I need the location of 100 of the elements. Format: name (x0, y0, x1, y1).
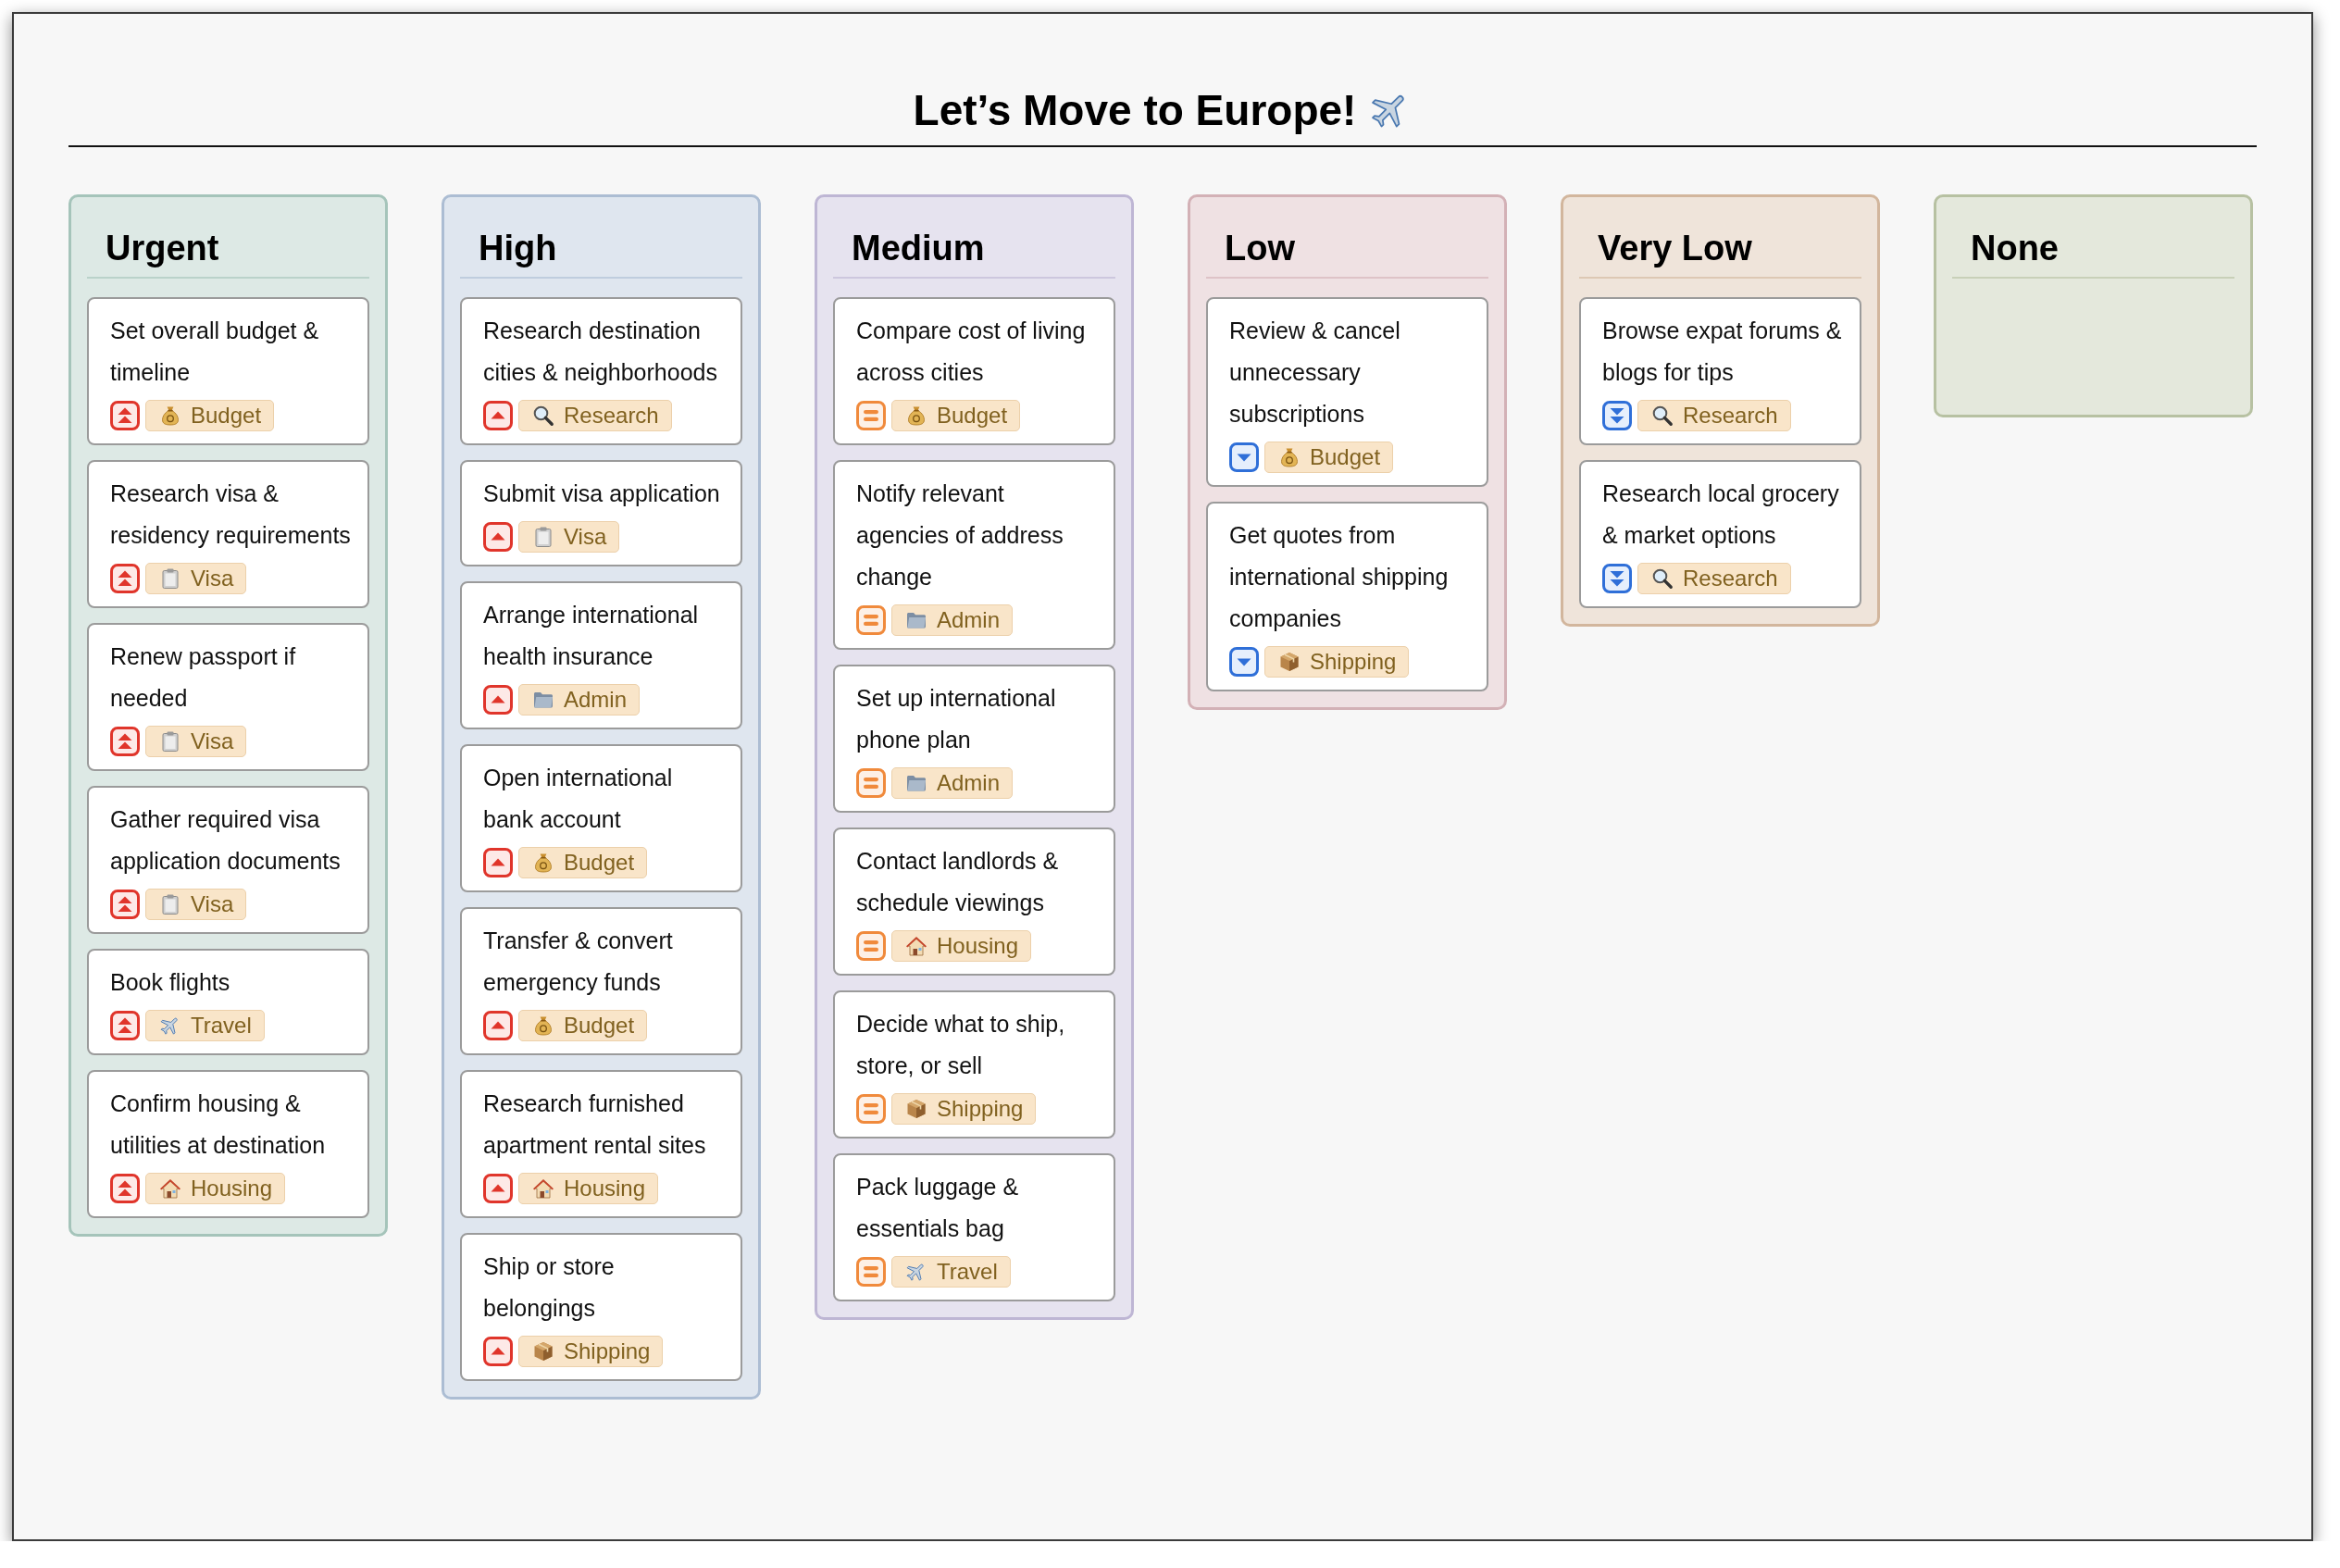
equals-icon (856, 1094, 886, 1124)
column-title: High (460, 197, 742, 279)
package-icon (532, 1340, 554, 1363)
category-name: Visa (564, 524, 607, 550)
category-name: Travel (191, 1013, 252, 1039)
equals-icon (856, 1257, 886, 1287)
board-title: Let’s Move to Europe! (913, 85, 1357, 136)
category-name: Shipping (564, 1338, 651, 1364)
task-card[interactable]: Submit visa application Visa (460, 460, 742, 566)
money-bag-icon (905, 404, 927, 427)
task-card[interactable]: Research local grocery & market options Research (1579, 460, 1861, 608)
task-card[interactable]: Research visa & residency requirements Visa (87, 460, 369, 608)
money-bag-icon (159, 404, 181, 427)
task-card[interactable]: Transfer & convert emergency funds Budget (460, 907, 742, 1055)
task-title: Compare cost of living across cities (856, 317, 1087, 387)
task-card[interactable]: Research destination cities & neighborhoods Research (460, 297, 742, 445)
task-title: Notify relevant agencies of address change (856, 479, 1064, 591)
task-card[interactable]: Open international bank account Budget (460, 744, 742, 892)
category-name: Shipping (937, 1096, 1024, 1122)
clipboard-icon (159, 567, 181, 590)
equals-icon (856, 768, 886, 798)
clipboard-icon (532, 526, 554, 548)
task-card[interactable]: Book flights Travel (87, 949, 369, 1055)
category-name: Visa (191, 728, 234, 754)
task-title: Research destination cities & neighborhoods (483, 317, 718, 387)
task-title: Research visa & residency requirements (110, 479, 352, 550)
equals-icon (856, 931, 886, 961)
double-up-chevron-icon (110, 890, 140, 919)
equals-icon (856, 605, 886, 635)
task-card[interactable]: Compare cost of living across cities Budget (833, 297, 1115, 445)
magnifying-glass-icon (532, 404, 554, 427)
task-card[interactable]: Arrange international health insurance Admin (460, 581, 742, 729)
task-title: Review & cancel unnecessary subscriptions (1229, 317, 1401, 429)
task-title: Gather required visa application documents (110, 805, 342, 876)
task-title: Browse expat forums & blogs for tips (1602, 317, 1843, 387)
task-title: Pack luggage & essentials bag (856, 1173, 1020, 1243)
category-name: Budget (564, 1013, 635, 1039)
category-name: Housing (191, 1176, 273, 1201)
task-title: Research local grocery & market options (1602, 479, 1840, 550)
task-title: Confirm housing & utilities at destination (110, 1089, 327, 1160)
task-card[interactable]: Browse expat forums & blogs for tips Research (1579, 297, 1861, 445)
task-title: Set up international phone plan (856, 684, 1057, 754)
task-card[interactable]: Pack luggage & essentials bag Travel (833, 1153, 1115, 1301)
double-up-chevron-icon (110, 727, 140, 756)
house-icon (159, 1177, 181, 1200)
package-icon (905, 1098, 927, 1120)
column-title: Very Low (1579, 197, 1861, 279)
task-card[interactable]: Get quotes from international shipping companies Shipping (1206, 502, 1488, 691)
task-title: Arrange international health insurance (483, 601, 700, 671)
task-title: Ship or store belongings (483, 1252, 616, 1323)
task-card[interactable]: Set overall budget & timeline Budget (87, 297, 369, 445)
category-name: Budget (191, 403, 262, 429)
task-card[interactable]: Gather required visa application documents Visa (87, 786, 369, 934)
money-bag-icon (532, 1014, 554, 1037)
house-icon (532, 1177, 554, 1200)
task-title: Get quotes from international shipping companies (1229, 521, 1450, 633)
task-card[interactable]: Ship or store belongings Shipping (460, 1233, 742, 1381)
category-name: Budget (564, 850, 635, 876)
task-title: Open international bank account (483, 764, 674, 834)
task-card[interactable]: Contact landlords & schedule viewings Housing (833, 828, 1115, 976)
category-name: Budget (937, 403, 1008, 429)
category-name: Visa (191, 891, 234, 917)
clipboard-icon (159, 893, 181, 915)
task-title: Transfer & convert emergency funds (483, 927, 674, 997)
column-title: Medium (833, 197, 1115, 279)
category-name: Admin (937, 607, 1001, 633)
double-up-chevron-icon (110, 564, 140, 593)
magnifying-glass-icon (1651, 404, 1674, 427)
column-title: Urgent (87, 197, 369, 279)
house-icon (905, 935, 927, 957)
category-name: Budget (1310, 444, 1381, 470)
task-card[interactable]: Renew passport if needed Visa (87, 623, 369, 771)
task-card[interactable]: Review & cancel unnecessary subscriptions Budget (1206, 297, 1488, 487)
task-title: Book flights (110, 968, 231, 997)
category-name: Research (1683, 566, 1778, 591)
category-name: Travel (937, 1259, 998, 1285)
task-title: Contact landlords & schedule viewings (856, 847, 1060, 917)
task-card[interactable]: Research furnished apartment rental sites Housing (460, 1070, 742, 1218)
category-name: Housing (564, 1176, 646, 1201)
task-title: Submit visa application (483, 479, 721, 508)
task-title: Decide what to ship, store, or sell (856, 1010, 1066, 1080)
money-bag-icon (1278, 446, 1301, 468)
task-card[interactable]: Decide what to ship, store, or sell Shipping (833, 990, 1115, 1139)
task-title: Research furnished apartment rental sites (483, 1089, 707, 1160)
magnifying-glass-icon (1651, 567, 1674, 590)
double-down-chevron-icon (1602, 564, 1632, 593)
category-name: Admin (937, 770, 1001, 796)
task-card[interactable]: Confirm housing & utilities at destination Housing (87, 1070, 369, 1218)
task-card[interactable]: Set up international phone plan Admin (833, 665, 1115, 813)
column-title: Low (1206, 197, 1488, 279)
clipboard-icon (159, 730, 181, 753)
money-bag-icon (532, 852, 554, 874)
category-name: Research (1683, 403, 1778, 429)
task-card[interactable]: Notify relevant agencies of address change Admin (833, 460, 1115, 650)
task-title: Renew passport if needed (110, 642, 297, 713)
category-name: Shipping (1310, 649, 1397, 675)
category-name: Housing (937, 933, 1019, 959)
package-icon (1278, 651, 1301, 673)
task-title: Set overall budget & timeline (110, 317, 320, 387)
category-name: Research (564, 403, 659, 429)
